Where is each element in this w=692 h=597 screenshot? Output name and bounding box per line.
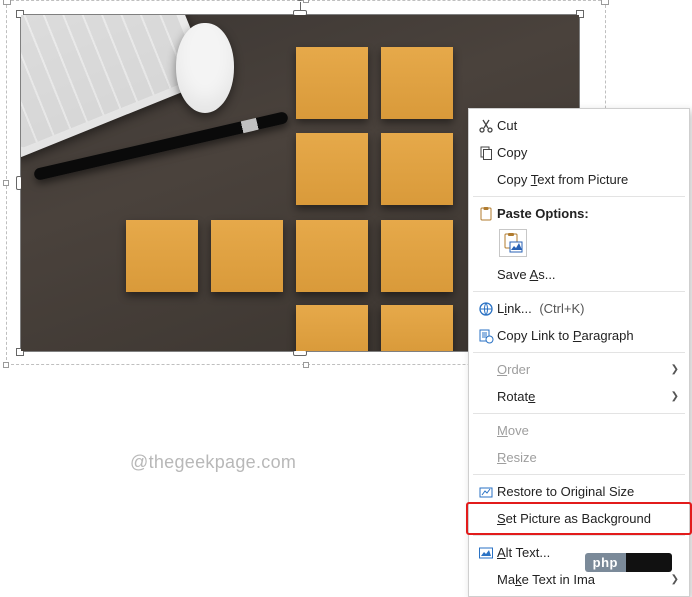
sticky-note [296, 305, 368, 351]
menu-separator [473, 291, 685, 292]
menu-item-resize: Resize [469, 444, 689, 471]
menu-item-restore-original-size[interactable]: Restore to Original Size [469, 478, 689, 505]
mouse-graphic [176, 23, 234, 113]
menu-label: Paste Options: [497, 206, 679, 221]
menu-item-copy[interactable]: Copy [469, 139, 689, 166]
site-badge: php [585, 553, 672, 572]
sticky-note [296, 220, 368, 292]
menu-label: Restore to Original Size [497, 484, 679, 499]
menu-item-copy-text-from-picture[interactable]: Copy Text from Picture [469, 166, 689, 193]
sticky-note [381, 47, 453, 119]
sticky-note [211, 220, 283, 292]
sticky-note [126, 220, 198, 292]
menu-label: Copy Link to Paragraph [497, 328, 679, 343]
context-menu: Cut Copy Copy Text from Picture Paste Op… [468, 108, 690, 597]
menu-label: Rotate [497, 389, 663, 404]
chevron-right-icon: ❯ [663, 391, 679, 402]
menu-item-rotate[interactable]: Rotate ❯ [469, 383, 689, 410]
menu-item-copy-link-to-paragraph[interactable]: Copy Link to Paragraph [469, 322, 689, 349]
badge-graphic [626, 553, 672, 572]
copy-link-icon [475, 328, 497, 344]
menu-separator [473, 196, 685, 197]
copy-icon [475, 145, 497, 161]
menu-label: Copy [497, 145, 679, 160]
menu-header-paste-options: Paste Options: [469, 200, 689, 227]
menu-label: Move [497, 423, 679, 438]
sticky-note [296, 47, 368, 119]
menu-item-move: Move [469, 417, 689, 444]
link-icon [475, 301, 497, 317]
menu-label: Cut [497, 118, 679, 133]
menu-item-order: Order ❯ [469, 356, 689, 383]
menu-label: Make Text in Ima [497, 572, 663, 587]
menu-label: Link... (Ctrl+K) [497, 301, 679, 316]
menu-item-set-picture-as-background[interactable]: Set Picture as Background [469, 505, 689, 532]
cut-icon [475, 118, 497, 134]
menu-label: Order [497, 362, 663, 377]
chevron-right-icon: ❯ [663, 574, 679, 585]
sticky-note [296, 133, 368, 205]
badge-label: php [585, 553, 626, 572]
menu-item-cut[interactable]: Cut [469, 112, 689, 139]
menu-label: Save As... [497, 267, 679, 282]
menu-separator [473, 413, 685, 414]
paste-icon [475, 206, 497, 222]
alt-text-icon [475, 545, 497, 561]
menu-label: Resize [497, 450, 679, 465]
sticky-note [381, 133, 453, 205]
menu-separator [473, 474, 685, 475]
watermark-text: @thegeekpage.com [130, 452, 296, 473]
menu-separator [473, 535, 685, 536]
menu-item-link[interactable]: Link... (Ctrl+K) [469, 295, 689, 322]
menu-separator [473, 352, 685, 353]
chevron-right-icon: ❯ [663, 364, 679, 375]
paste-option-picture[interactable] [499, 229, 527, 257]
menu-label: Set Picture as Background [497, 511, 679, 526]
menu-item-save-as[interactable]: Save As... [469, 261, 689, 288]
menu-label: Copy Text from Picture [497, 172, 679, 187]
sticky-note [381, 220, 453, 292]
restore-icon [475, 484, 497, 500]
sticky-note [381, 305, 453, 351]
